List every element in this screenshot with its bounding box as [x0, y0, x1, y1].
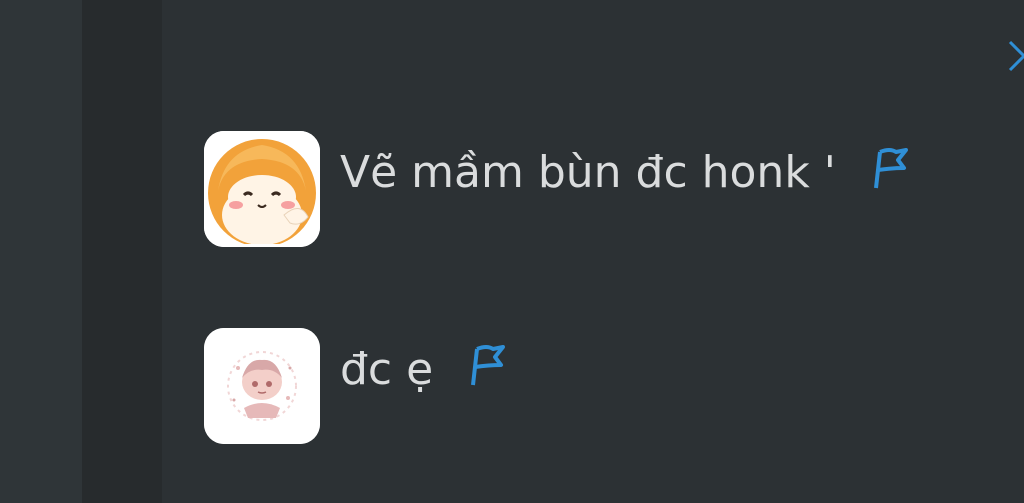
comment-text: đc ẹ [340, 344, 434, 395]
report-flag-button[interactable] [870, 146, 910, 194]
comment-item: đc ẹ [204, 328, 507, 444]
avatar[interactable] [204, 328, 320, 444]
collapse-panel-button[interactable] [1004, 36, 1024, 76]
anime-girl-avatar-icon [204, 328, 320, 444]
left-edge-panel [0, 0, 82, 503]
comment-body: Vẽ mầm bùn đc honk ' [340, 147, 910, 199]
shiba-dog-avatar-icon [204, 131, 320, 247]
report-flag-button[interactable] [467, 343, 507, 391]
chevron-right-icon [1008, 40, 1024, 72]
avatar[interactable] [204, 131, 320, 247]
comment-text: Vẽ mầm bùn đc honk ' [340, 147, 836, 198]
flag-icon [873, 148, 908, 189]
comment-body: đc ẹ [340, 344, 507, 396]
flag-icon [471, 345, 506, 386]
left-rail [82, 0, 162, 503]
comment-item: Vẽ mầm bùn đc honk ' [204, 131, 910, 247]
